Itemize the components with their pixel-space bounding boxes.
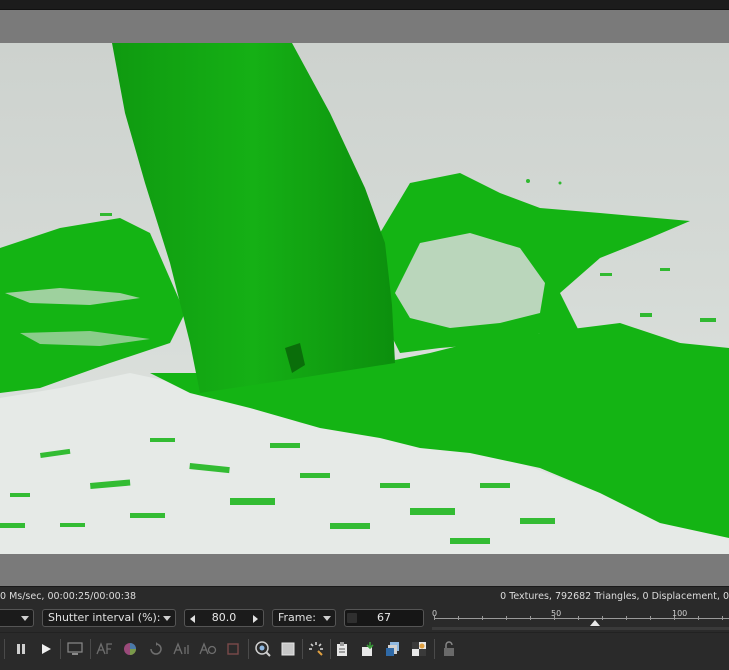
loading-icon bbox=[309, 642, 323, 656]
timeline-tick-label: 50 bbox=[551, 609, 562, 618]
bottom-toolbar bbox=[0, 632, 729, 670]
lock-icon bbox=[444, 641, 454, 656]
frame-value: 67 bbox=[377, 611, 391, 624]
shutter-value-stepper[interactable]: 80.0 bbox=[184, 609, 264, 627]
timeline-tick bbox=[458, 616, 459, 620]
layers-icon bbox=[386, 642, 399, 656]
region-button[interactable] bbox=[277, 638, 299, 660]
decrement-arrow-icon[interactable] bbox=[190, 615, 195, 623]
stop-icon bbox=[227, 643, 239, 655]
timeline-tick bbox=[434, 616, 435, 620]
mode-dropdown[interactable] bbox=[0, 609, 34, 627]
timeline-tick bbox=[626, 616, 627, 620]
toolbar-separator bbox=[60, 639, 61, 659]
scene-stats-status: 0 Textures, 792682 Triangles, 0 Displace… bbox=[500, 591, 729, 602]
timeline-rule bbox=[434, 618, 729, 619]
camera-target-button[interactable] bbox=[252, 638, 274, 660]
timeline-tick bbox=[530, 616, 531, 620]
toolbar-separator bbox=[434, 639, 435, 659]
pause-button[interactable] bbox=[10, 638, 32, 660]
pause-icon bbox=[17, 644, 25, 654]
render-image bbox=[0, 43, 729, 554]
toolbar-separator bbox=[330, 639, 331, 659]
timeline-slider[interactable]: 0 50 100 bbox=[432, 604, 729, 632]
toolbar-separator bbox=[4, 639, 5, 659]
toolbar-separator bbox=[248, 639, 249, 659]
color-wheel-icon bbox=[124, 643, 136, 655]
af-button[interactable] bbox=[171, 638, 193, 660]
shutter-value: 80.0 bbox=[211, 611, 237, 624]
timeline-tick bbox=[506, 616, 507, 620]
timeline-tick bbox=[674, 616, 675, 620]
timeline-tick bbox=[482, 616, 483, 620]
import-icon bbox=[362, 642, 374, 656]
chevron-down-icon bbox=[21, 616, 29, 621]
frame-label: Frame: bbox=[278, 611, 316, 624]
import-button[interactable] bbox=[357, 638, 379, 660]
timeline-tick bbox=[578, 616, 579, 620]
play-button[interactable] bbox=[35, 638, 57, 660]
render-viewport[interactable] bbox=[0, 43, 729, 554]
status-bar: 0 Ms/sec, 00:00:25/00:00:38 0 Textures, … bbox=[0, 586, 729, 605]
shutter-dropdown[interactable]: Shutter interval (%): bbox=[42, 609, 176, 627]
timeline-tick bbox=[554, 616, 555, 620]
timeline-tick bbox=[698, 616, 699, 620]
toolbar-separator bbox=[302, 639, 303, 659]
display-button[interactable] bbox=[64, 638, 86, 660]
layers-button[interactable] bbox=[382, 638, 404, 660]
increment-arrow-icon[interactable] bbox=[253, 615, 258, 623]
af-icon bbox=[96, 642, 112, 655]
af-icon bbox=[173, 642, 189, 655]
lock-button[interactable] bbox=[438, 638, 460, 660]
af-button[interactable] bbox=[94, 638, 116, 660]
frame-dropdown[interactable]: Frame: bbox=[272, 609, 336, 627]
chevron-down-icon bbox=[163, 616, 171, 621]
timeline-tick bbox=[602, 616, 603, 620]
checker-icon bbox=[412, 642, 426, 656]
render-time-status: 0 Ms/sec, 00:00:25/00:00:38 bbox=[0, 591, 137, 602]
progressive-button[interactable] bbox=[305, 638, 327, 660]
timeline-tick bbox=[650, 616, 651, 620]
toolbar-separator bbox=[90, 639, 91, 659]
region-icon bbox=[281, 642, 295, 656]
refresh-button[interactable] bbox=[145, 638, 167, 660]
checker-button[interactable] bbox=[408, 638, 430, 660]
play-icon bbox=[42, 644, 51, 654]
timeline-tick bbox=[722, 616, 723, 620]
timeline-playhead[interactable] bbox=[589, 620, 600, 626]
af-button[interactable] bbox=[197, 638, 219, 660]
stop-button[interactable] bbox=[222, 638, 244, 660]
frame-input[interactable]: 67 bbox=[344, 609, 424, 627]
af-icon bbox=[199, 642, 217, 655]
clipboard-icon bbox=[337, 642, 347, 656]
timeline-track bbox=[432, 627, 729, 630]
chevron-down-icon bbox=[323, 616, 331, 621]
refresh-icon bbox=[150, 642, 162, 655]
color-wheel-button[interactable] bbox=[119, 638, 141, 660]
window-top-bar bbox=[0, 0, 729, 10]
camera-target-icon bbox=[255, 641, 271, 657]
monitor-icon bbox=[67, 642, 83, 655]
copy-button[interactable] bbox=[332, 638, 354, 660]
shutter-label: Shutter interval (%): bbox=[48, 611, 161, 624]
